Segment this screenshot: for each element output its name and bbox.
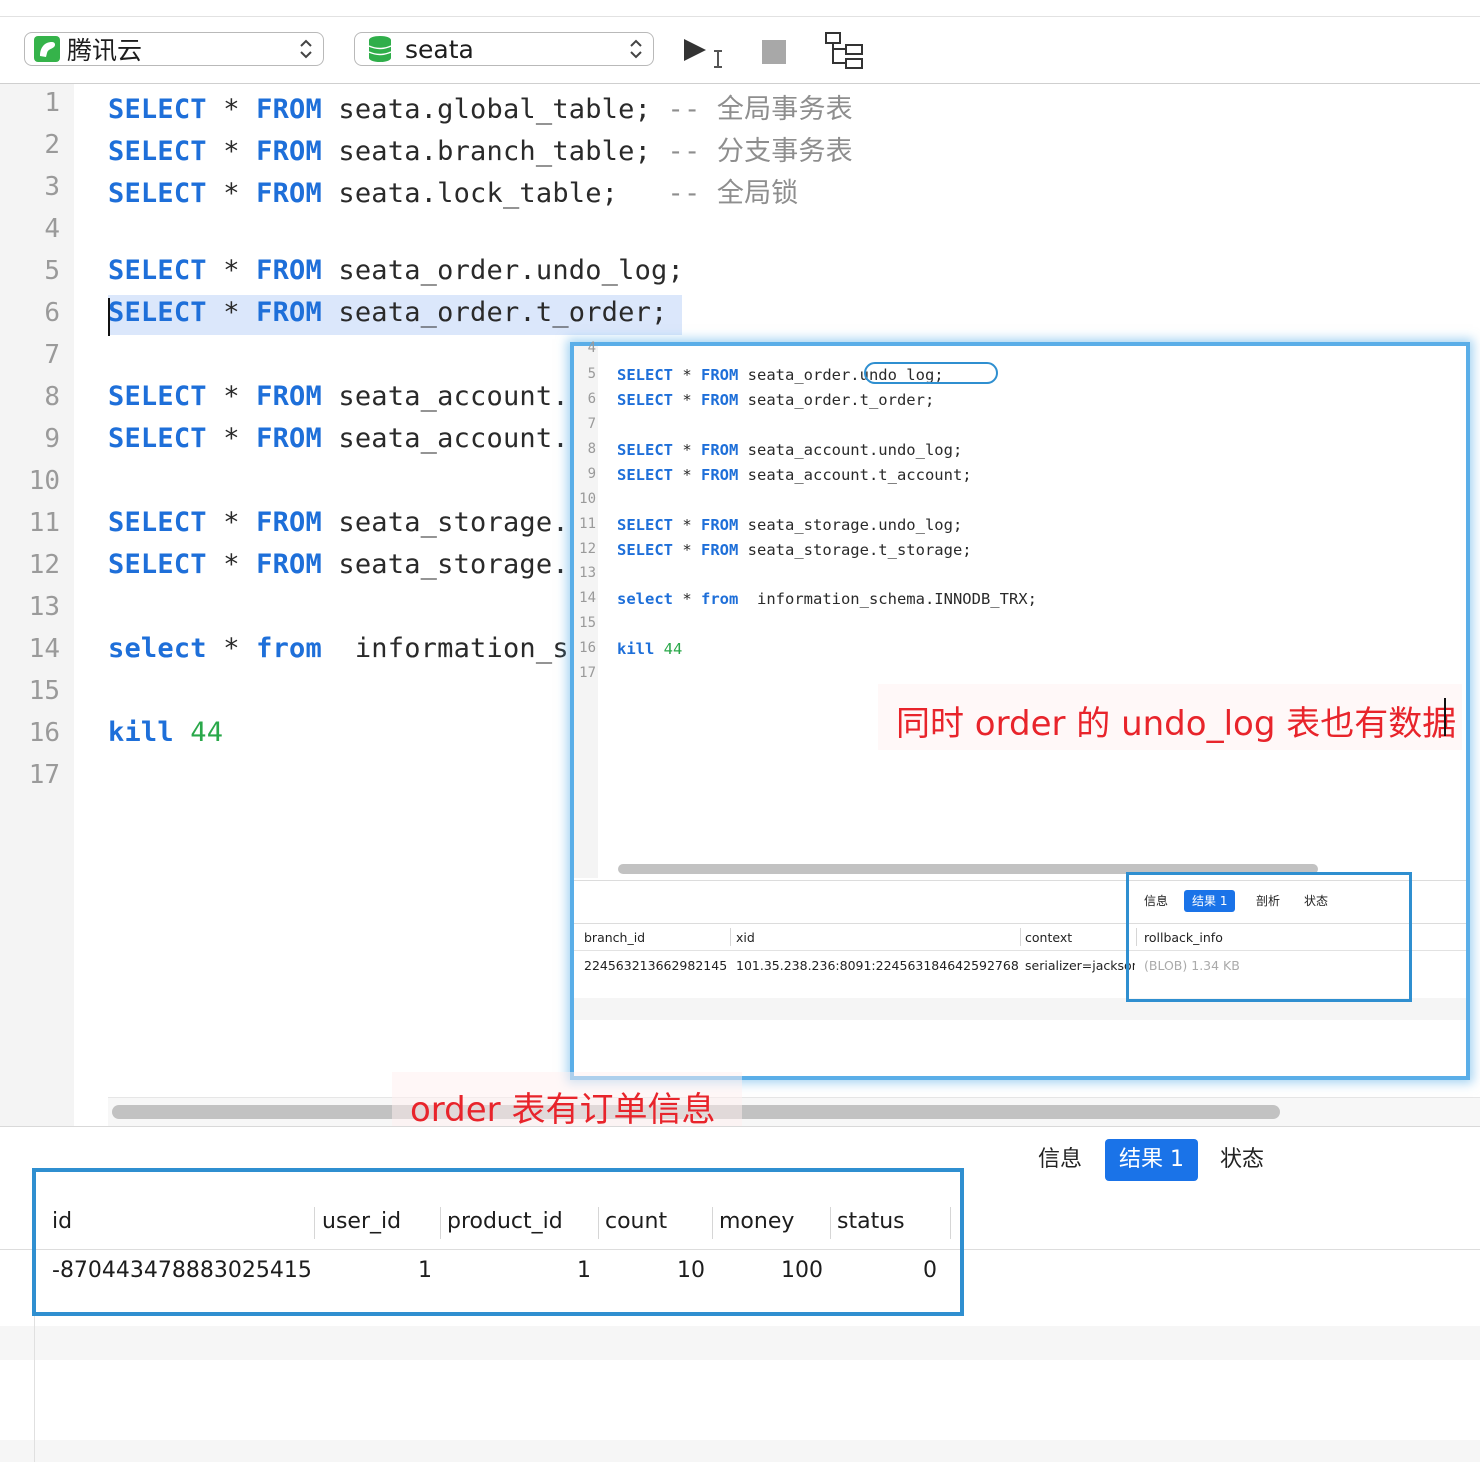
- order-highlight-box: [32, 1168, 964, 1316]
- line-number: 7: [44, 340, 60, 370]
- highlight-oval: [864, 362, 998, 384]
- inset-code-line: SELECT * FROM seata_order.t_order;: [617, 391, 935, 409]
- inset-cell: serializer=jackson: [1025, 958, 1135, 973]
- code-line: SELECT * FROM seata_order.undo_log;: [108, 255, 684, 286]
- line-number: 3: [44, 172, 60, 202]
- tab-info[interactable]: 信息: [1024, 1139, 1096, 1181]
- editor-horizontal-scrollbar[interactable]: [108, 1097, 1480, 1126]
- tab-status[interactable]: 状态: [1206, 1139, 1278, 1181]
- inset-line-number: 17: [579, 665, 596, 681]
- window-title-strip: [0, 0, 1480, 17]
- text-caret: [108, 298, 110, 336]
- explain-icon[interactable]: [824, 31, 866, 71]
- code-line: SELECT * FROM seata.global_table; -- 全局事…: [108, 94, 853, 125]
- line-number: 10: [28, 466, 60, 496]
- inset-code-line: SELECT * FROM seata_account.undo_log;: [617, 441, 963, 459]
- column-divider: [730, 928, 731, 946]
- inset-line-number: 4: [587, 340, 596, 356]
- inset-code-line: kill 44: [617, 640, 683, 658]
- line-number: 16: [28, 718, 60, 748]
- database-select[interactable]: seata: [354, 32, 654, 66]
- column-divider: [1020, 928, 1021, 946]
- line-number: 1: [44, 88, 60, 118]
- inset-line-number: 5: [587, 366, 596, 382]
- code-line: kill 44: [108, 717, 224, 748]
- inset-code-line: select * from information_schema.INNODB_…: [617, 590, 1037, 608]
- stop-icon[interactable]: [760, 38, 788, 66]
- line-number: 2: [44, 130, 60, 160]
- text-caret: [1444, 698, 1446, 736]
- grid-empty-row: [0, 1440, 1480, 1462]
- tab-result-1[interactable]: 结果 1: [1105, 1139, 1198, 1181]
- inset-line-number: 14: [579, 590, 596, 606]
- inset-line-number: 7: [587, 416, 596, 432]
- code-line: SELECT * FROM seata.lock_table; -- 全局锁: [108, 178, 799, 209]
- toolbar: 腾讯云 seata: [0, 17, 1480, 84]
- inset-code-line: SELECT * FROM seata_storage.t_storage;: [617, 541, 972, 559]
- inset-cell: 101.35.238.236:8091:224563184642592768: [736, 958, 1019, 973]
- inset-line-number: 13: [579, 565, 596, 581]
- inset-line-number: 15: [579, 615, 596, 631]
- inset-screenshot: 4 5 6 7 8 9 10 11 12 13 14 15 16 17 SELE…: [570, 340, 1470, 1080]
- inset-code-line: SELECT * FROM seata_storage.undo_log;: [617, 516, 963, 534]
- line-number: 5: [44, 256, 60, 286]
- connection-select[interactable]: 腾讯云: [24, 32, 324, 66]
- rollback-info-highlight-box: [1126, 872, 1412, 1002]
- line-number: 8: [44, 382, 60, 412]
- line-number: 15: [28, 676, 60, 706]
- inset-col-xid: xid: [736, 930, 755, 945]
- line-number: 14: [28, 634, 60, 664]
- line-number: 4: [44, 214, 60, 244]
- run-icon[interactable]: [682, 37, 728, 69]
- elephant-icon: [33, 35, 61, 63]
- annotation-text: 同时 order 的 undo_log 表也有数据: [896, 704, 1457, 744]
- inset-line-number: 12: [579, 541, 596, 557]
- line-number: 13: [28, 592, 60, 622]
- code-line: SELECT * FROM seata_storage.: [108, 507, 569, 538]
- undo-log-annotation: 同时 order 的 undo_log 表也有数据: [878, 684, 1462, 750]
- annotation-text: order 表有订单信息: [410, 1090, 716, 1130]
- code-line-selected: SELECT * FROM seata_order.t_order;: [108, 297, 668, 328]
- grid-row-divider: [34, 1298, 35, 1462]
- inset-col-branch-id: branch_id: [584, 930, 646, 945]
- inset-cell: 224563213662982145: [584, 958, 728, 973]
- code-line: SELECT * FROM seata.branch_table; -- 分支事…: [108, 136, 853, 167]
- code-line: SELECT * FROM seata_account.: [108, 381, 569, 412]
- database-icon: [367, 35, 393, 63]
- inset-code-line: SELECT * FROM seata_account.t_account;: [617, 466, 972, 484]
- line-number: 12: [28, 550, 60, 580]
- line-number: 17: [28, 760, 60, 790]
- inset-line-number: 16: [579, 640, 596, 656]
- line-number: 9: [44, 424, 60, 454]
- chevron-updown-icon: [630, 39, 642, 59]
- line-number: 11: [28, 508, 60, 538]
- code-line: select * from information_s: [108, 633, 569, 664]
- inset-line-number: 8: [587, 441, 596, 457]
- inset-line-number: 11: [579, 516, 596, 532]
- inset-line-number: 6: [587, 391, 596, 407]
- database-label: seata: [405, 34, 474, 64]
- code-line: SELECT * FROM seata_account.: [108, 423, 569, 454]
- connection-label: 腾讯云: [67, 36, 143, 65]
- inset-col-context: context: [1025, 930, 1073, 945]
- chevron-updown-icon: [300, 39, 312, 59]
- line-number: 6: [44, 298, 60, 328]
- grid-empty-row: [0, 1326, 1480, 1360]
- inset-line-number: 9: [587, 466, 596, 482]
- code-line: SELECT * FROM seata_storage.: [108, 549, 569, 580]
- inset-line-number: 10: [579, 491, 596, 507]
